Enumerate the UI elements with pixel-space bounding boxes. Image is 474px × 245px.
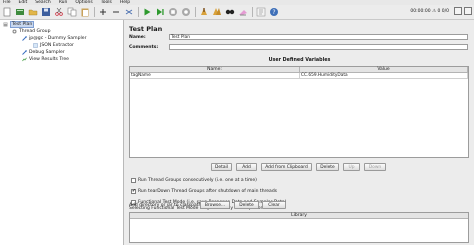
library-table: Library [129, 212, 469, 243]
toolbar-separator [252, 7, 253, 17]
extractor-icon [33, 42, 38, 48]
table-cell-value[interactable]: CC.659.HumidityData [300, 73, 468, 79]
stop-icon[interactable] [168, 7, 178, 17]
tree-item-dummy-sampler[interactable]: jp@gc - Dummy Sampler [22, 35, 87, 41]
classpath-clear-button[interactable]: Clear [262, 201, 286, 209]
comments-label: Comments: [129, 45, 159, 50]
teardown-after-shutdown-checkbox[interactable]: ✔ [131, 189, 136, 194]
listener-icon [22, 57, 27, 62]
collapse-icon[interactable] [111, 7, 121, 17]
toolbar: ? 00:00:00 ⚠ 0 0/0 [0, 5, 474, 20]
toolbar-separator [195, 7, 196, 17]
name-field[interactable]: Test Plan [169, 34, 468, 40]
run-consecutively-label: Run Thread Groups consecutively (i.e. on… [138, 178, 257, 183]
new-icon[interactable] [2, 7, 12, 17]
copy-icon[interactable] [67, 7, 77, 17]
tree-item-test-plan[interactable]: Test Plan [3, 20, 35, 28]
clear-all-icon[interactable] [212, 7, 222, 17]
debug-sampler-icon [22, 49, 27, 55]
teardown-after-shutdown-option[interactable]: ✔ Run tearDown Thread Groups after shutd… [131, 189, 277, 194]
tree-item-view-results-tree[interactable]: View Results Tree [22, 56, 69, 62]
tree-item-label: Debug Sampler [29, 49, 65, 55]
toolbar-status: 00:00:00 ⚠ 0 0/0 [410, 7, 472, 15]
search-icon[interactable] [225, 7, 235, 17]
cut-icon[interactable] [54, 7, 64, 17]
detail-button[interactable]: Detail [211, 163, 232, 171]
page-title: Test Plan [129, 25, 163, 33]
up-button[interactable]: Up [343, 163, 360, 171]
browse-button[interactable]: Browse... [200, 201, 230, 209]
add-from-clipboard-button[interactable]: Add from Clipboard [261, 163, 312, 171]
toolbar-separator [138, 7, 139, 17]
down-button[interactable]: Down [364, 163, 386, 171]
delete-button[interactable]: Delete [316, 163, 339, 171]
shutdown-icon[interactable] [181, 7, 191, 17]
udv-title: User Defined Variables [268, 58, 331, 63]
run-consecutively-checkbox[interactable] [131, 178, 136, 183]
tree-item-debug-sampler[interactable]: Debug Sampler [22, 49, 65, 55]
elapsed-counter: 00:00:00 ⚠ 0 0/0 [410, 8, 449, 14]
tree-item-label: Test Plan [10, 20, 35, 28]
column-header-library[interactable]: Library [130, 213, 468, 219]
expand-icon[interactable] [98, 7, 108, 17]
tree-item-label: JSON Extractor [40, 42, 74, 48]
teardown-after-shutdown-label: Run tearDown Thread Groups after shutdow… [138, 189, 278, 194]
table-cell-name[interactable]: tagName [130, 73, 300, 79]
user-defined-variables-table: Name: Value tagName CC.659.HumidityData [129, 66, 469, 158]
name-label: Name: [129, 35, 146, 40]
classpath-delete-button[interactable]: Delete [234, 201, 259, 209]
function-helper-icon[interactable] [256, 7, 266, 17]
test-plan-tree: Test Plan Thread Group jp@gc - Dummy Sam… [0, 20, 124, 245]
status-indicator [454, 7, 462, 15]
tree-item-label: View Results Tree [29, 56, 69, 62]
help-icon[interactable]: ? [269, 7, 279, 17]
start-no-pause-icon[interactable] [155, 7, 165, 17]
log-viewer-toggle[interactable] [464, 7, 472, 15]
toolbar-separator [94, 7, 95, 17]
tree-item-label: Thread Group [19, 28, 51, 34]
reset-search-icon[interactable] [238, 7, 248, 17]
svg-text:?: ? [272, 9, 275, 16]
tree-item-thread-group[interactable]: Thread Group [12, 28, 51, 34]
open-icon[interactable] [28, 7, 38, 17]
tree-item-label: jp@gc - Dummy Sampler [29, 35, 87, 41]
thread-group-icon [12, 29, 17, 34]
toggle-icon[interactable] [124, 7, 134, 17]
sampler-icon [22, 35, 27, 41]
add-button[interactable]: Add [236, 163, 257, 171]
test-plan-icon [3, 22, 8, 27]
templates-icon[interactable] [15, 7, 25, 17]
save-icon[interactable] [41, 7, 51, 17]
start-icon[interactable] [142, 7, 152, 17]
classpath-label: Add directory or jar to classpath [129, 203, 202, 208]
comments-field[interactable] [169, 44, 468, 50]
tree-item-json-extractor[interactable]: JSON Extractor [33, 42, 74, 48]
run-consecutively-option[interactable]: Run Thread Groups consecutively (i.e. on… [131, 178, 257, 183]
paste-icon[interactable] [80, 7, 90, 17]
clear-icon[interactable] [199, 7, 209, 17]
